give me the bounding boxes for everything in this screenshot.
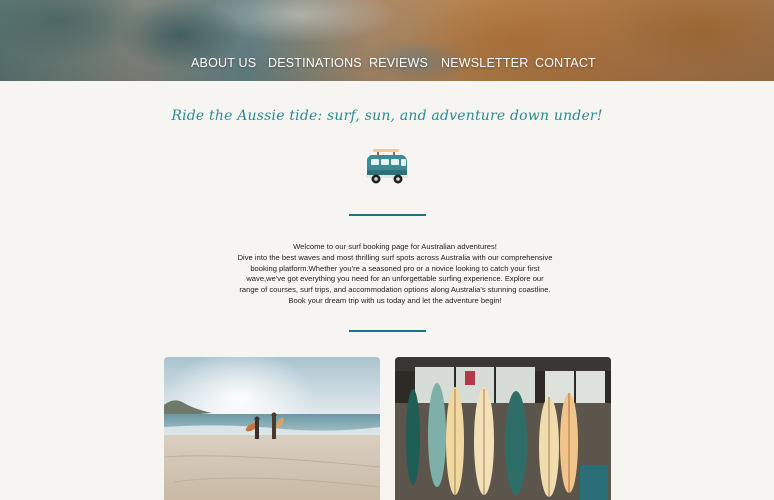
surfboards-shop-photo [395, 357, 611, 500]
intro-text: Welcome to our surf booking page for Aus… [237, 242, 553, 307]
nav-item-reviews[interactable]: REVIEWS [369, 56, 428, 70]
tagline: Ride the Aussie tide: surf, sun, and adv… [171, 108, 603, 124]
hero-banner: ABOUT US DESTINATIONS REVIEWS NEWSLETTER… [0, 0, 774, 81]
beach-surfers-photo [164, 357, 380, 500]
intro-body: Dive into the best waves and most thrill… [237, 252, 553, 295]
nav-item-about-us[interactable]: ABOUT US [191, 56, 256, 70]
nav-item-contact[interactable]: CONTACT [535, 56, 596, 70]
intro-welcome: Welcome to our surf booking page for Aus… [293, 242, 497, 251]
intro-cta: Book your dream trip with us today and l… [288, 295, 502, 305]
bottom-divider [349, 330, 426, 332]
top-divider [349, 214, 426, 216]
nav-item-newsletter[interactable]: NEWSLETTER [441, 56, 528, 70]
main-nav: ABOUT US DESTINATIONS REVIEWS NEWSLETTER… [0, 56, 774, 72]
camper-van-icon [365, 147, 409, 187]
nav-item-destinations[interactable]: DESTINATIONS [268, 56, 362, 70]
